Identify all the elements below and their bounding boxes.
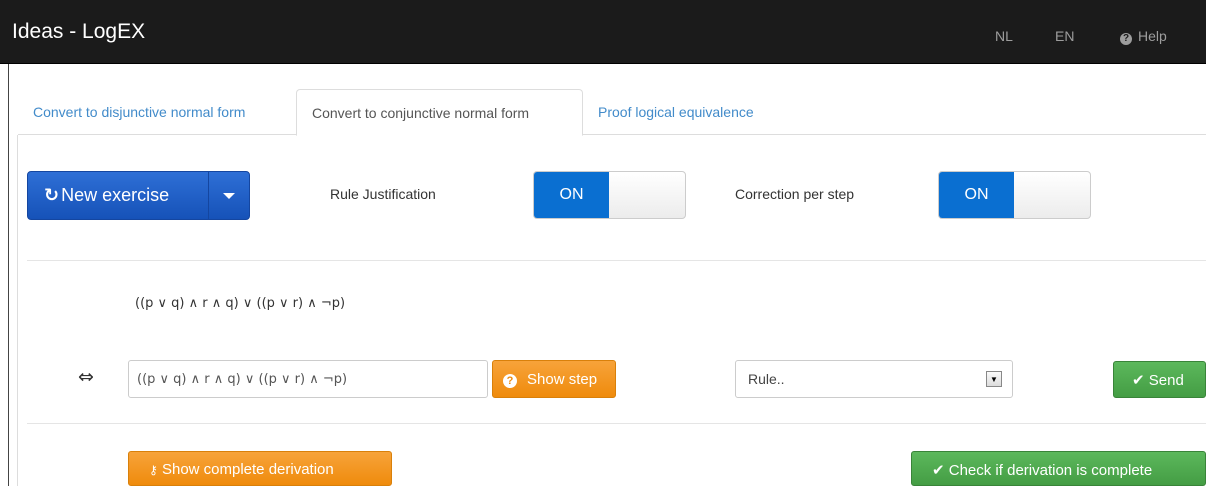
key-icon: ⚷ <box>149 463 158 477</box>
check-derivation-complete-button[interactable]: ✔ Check if derivation is complete <box>911 451 1206 486</box>
tab-label: Proof logical equivalence <box>598 104 754 120</box>
equivalence-icon: ⇔ <box>78 366 94 388</box>
send-label: Send <box>1148 372 1184 389</box>
show-derivation-label: Show complete derivation <box>161 461 334 478</box>
chevron-down-icon[interactable] <box>223 193 235 199</box>
show-step-button[interactable]: ? Show step <box>492 360 616 398</box>
tab-label: Convert to disjunctive normal form <box>33 104 246 120</box>
toggle-on-state: ON <box>534 172 609 218</box>
button-divider <box>208 172 209 219</box>
tab-bar: Convert to disjunctive normal form Conve… <box>18 89 1206 136</box>
question-icon: ? <box>503 374 517 388</box>
new-exercise-label: New exercise <box>61 185 170 205</box>
window-edge <box>8 64 9 486</box>
nav-link-nl[interactable]: NL <box>995 28 1013 44</box>
toggle-on-state: ON <box>939 172 1014 218</box>
tab-disjunctive-normal-form[interactable]: Convert to disjunctive normal form <box>18 89 296 135</box>
refresh-icon: ↻ <box>44 185 60 205</box>
new-exercise-button-group: ↻ New exercise <box>27 171 250 220</box>
show-step-label: Show step <box>527 371 598 388</box>
new-exercise-button[interactable]: ↻ New exercise <box>28 172 208 219</box>
formula-input[interactable]: ((p ∨ q) ∧ r ∧ q) ∨ ((p ∨ r) ∧ ¬p) <box>128 360 488 398</box>
help-icon: ? <box>1120 33 1132 45</box>
divider <box>27 423 1206 424</box>
check-icon: ✔ <box>1132 372 1145 389</box>
navbar: Ideas - LogEX NL EN ? Help <box>0 0 1206 64</box>
rule-select-value: Rule.. <box>748 371 785 387</box>
nav-link-help[interactable]: ? Help <box>1120 28 1167 45</box>
correction-per-step-label: Correction per step <box>735 186 855 202</box>
tab-proof-logical-equivalence[interactable]: Proof logical equivalence <box>583 89 803 135</box>
chevron-down-icon: ▼ <box>986 371 1002 387</box>
show-complete-derivation-button[interactable]: ⚷ Show complete derivation <box>128 451 392 486</box>
rule-justification-label: Rule Justification <box>330 186 436 202</box>
tab-conjunctive-normal-form[interactable]: Convert to conjunctive normal form <box>296 89 583 136</box>
rule-select[interactable]: Rule.. ▼ <box>735 360 1013 398</box>
check-complete-label: Check if derivation is complete <box>948 462 1153 479</box>
check-icon: ✔ <box>932 462 945 479</box>
current-formula: ((p ∨ q) ∧ r ∧ q) ∨ ((p ∨ r) ∧ ¬p) <box>135 296 346 311</box>
rule-justification-toggle[interactable]: ON <box>533 171 686 219</box>
tab-label: Convert to conjunctive normal form <box>312 105 530 121</box>
app-title[interactable]: Ideas - LogEX <box>12 20 145 44</box>
nav-link-en[interactable]: EN <box>1055 28 1074 44</box>
help-label: Help <box>1138 28 1167 44</box>
divider <box>27 260 1206 261</box>
panel-border <box>17 135 18 486</box>
send-button[interactable]: ✔ Send <box>1113 361 1206 398</box>
correction-per-step-toggle[interactable]: ON <box>938 171 1091 219</box>
